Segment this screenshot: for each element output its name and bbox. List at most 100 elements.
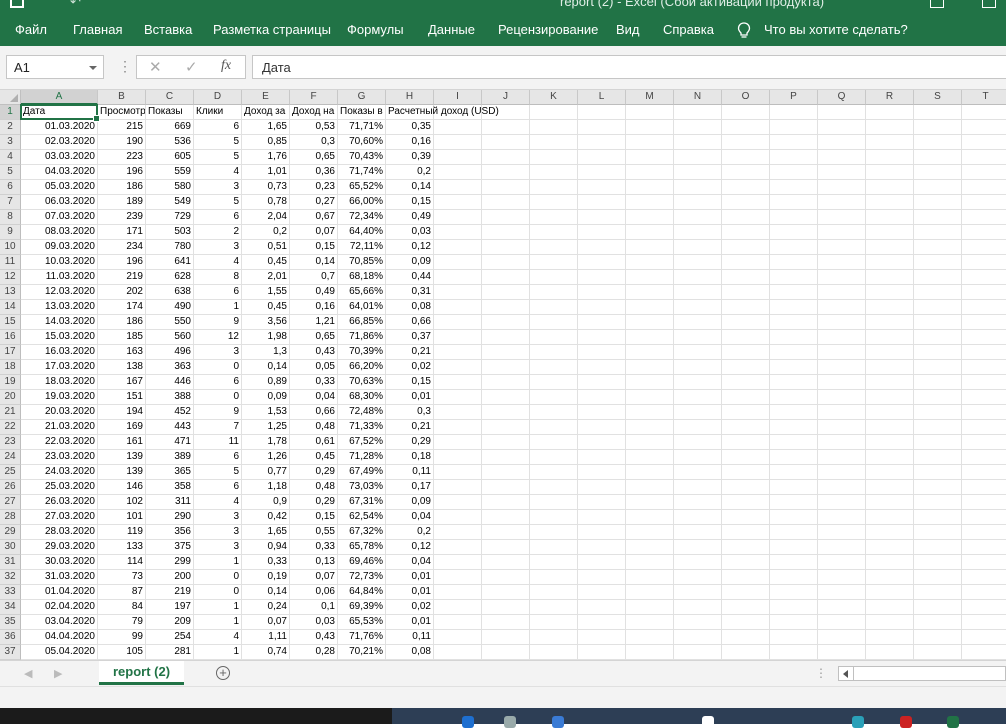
table-cell[interactable] bbox=[770, 225, 818, 240]
table-cell[interactable] bbox=[770, 435, 818, 450]
table-cell[interactable] bbox=[866, 240, 914, 255]
table-cell[interactable]: 65,78% bbox=[338, 540, 386, 555]
table-cell[interactable] bbox=[914, 240, 962, 255]
table-cell[interactable]: 71,74% bbox=[338, 165, 386, 180]
table-cell[interactable]: 0,73 bbox=[242, 180, 290, 195]
table-cell[interactable] bbox=[578, 375, 626, 390]
table-cell[interactable] bbox=[530, 555, 578, 570]
table-cell[interactable] bbox=[578, 300, 626, 315]
table-cell[interactable] bbox=[482, 465, 530, 480]
table-cell[interactable] bbox=[770, 405, 818, 420]
header-cell[interactable] bbox=[914, 105, 962, 120]
header-cell[interactable] bbox=[578, 105, 626, 120]
table-cell[interactable] bbox=[434, 525, 482, 540]
table-cell[interactable]: 0,45 bbox=[242, 255, 290, 270]
table-cell[interactable]: 27.03.2020 bbox=[21, 510, 98, 525]
table-cell[interactable]: 1,18 bbox=[242, 480, 290, 495]
table-cell[interactable] bbox=[674, 270, 722, 285]
table-cell[interactable] bbox=[866, 150, 914, 165]
table-cell[interactable]: 0,12 bbox=[386, 240, 434, 255]
table-cell[interactable]: 1,65 bbox=[242, 525, 290, 540]
table-cell[interactable]: 0,74 bbox=[242, 645, 290, 660]
table-cell[interactable]: 2,04 bbox=[242, 210, 290, 225]
table-cell[interactable] bbox=[530, 210, 578, 225]
column-header-e[interactable]: E bbox=[242, 90, 290, 105]
table-cell[interactable] bbox=[866, 390, 914, 405]
name-box[interactable]: A1 bbox=[6, 55, 104, 79]
table-cell[interactable]: 0,7 bbox=[290, 270, 338, 285]
table-cell[interactable] bbox=[722, 180, 770, 195]
table-cell[interactable]: 219 bbox=[98, 270, 146, 285]
table-cell[interactable] bbox=[626, 270, 674, 285]
table-cell[interactable]: 119 bbox=[98, 525, 146, 540]
table-cell[interactable] bbox=[914, 285, 962, 300]
row-header[interactable]: 27 bbox=[0, 495, 21, 510]
table-cell[interactable]: 0,66 bbox=[386, 315, 434, 330]
table-cell[interactable]: 1,98 bbox=[242, 330, 290, 345]
table-cell[interactable] bbox=[482, 285, 530, 300]
tab-insert[interactable]: Вставка bbox=[144, 22, 192, 37]
table-cell[interactable] bbox=[674, 165, 722, 180]
table-cell[interactable] bbox=[578, 345, 626, 360]
table-cell[interactable] bbox=[482, 315, 530, 330]
table-cell[interactable] bbox=[818, 405, 866, 420]
table-cell[interactable] bbox=[866, 210, 914, 225]
table-cell[interactable] bbox=[434, 225, 482, 240]
column-header-q[interactable]: Q bbox=[818, 90, 866, 105]
table-cell[interactable]: 6 bbox=[194, 210, 242, 225]
table-cell[interactable]: 72,34% bbox=[338, 210, 386, 225]
table-cell[interactable]: 70,21% bbox=[338, 645, 386, 660]
column-header-b[interactable]: B bbox=[98, 90, 146, 105]
table-cell[interactable] bbox=[818, 165, 866, 180]
table-cell[interactable] bbox=[482, 480, 530, 495]
column-header-l[interactable]: L bbox=[578, 90, 626, 105]
table-cell[interactable] bbox=[914, 270, 962, 285]
table-cell[interactable]: 0,33 bbox=[290, 540, 338, 555]
table-cell[interactable] bbox=[674, 450, 722, 465]
table-cell[interactable] bbox=[626, 405, 674, 420]
table-cell[interactable] bbox=[482, 420, 530, 435]
table-cell[interactable]: 23.03.2020 bbox=[21, 450, 98, 465]
table-cell[interactable] bbox=[578, 570, 626, 585]
table-cell[interactable] bbox=[578, 450, 626, 465]
table-cell[interactable] bbox=[530, 195, 578, 210]
table-cell[interactable] bbox=[578, 225, 626, 240]
table-cell[interactable] bbox=[914, 420, 962, 435]
table-cell[interactable] bbox=[962, 150, 1006, 165]
table-cell[interactable]: 0,77 bbox=[242, 465, 290, 480]
table-cell[interactable] bbox=[530, 375, 578, 390]
table-cell[interactable] bbox=[962, 375, 1006, 390]
table-cell[interactable]: 9 bbox=[194, 405, 242, 420]
row-header[interactable]: 35 bbox=[0, 615, 21, 630]
table-cell[interactable] bbox=[962, 510, 1006, 525]
table-cell[interactable] bbox=[674, 135, 722, 150]
row-header[interactable]: 32 bbox=[0, 570, 21, 585]
table-cell[interactable]: 356 bbox=[146, 525, 194, 540]
table-cell[interactable] bbox=[914, 210, 962, 225]
table-cell[interactable] bbox=[818, 540, 866, 555]
table-cell[interactable]: 169 bbox=[98, 420, 146, 435]
table-cell[interactable] bbox=[818, 225, 866, 240]
table-cell[interactable] bbox=[530, 405, 578, 420]
table-cell[interactable]: 0,65 bbox=[290, 150, 338, 165]
table-cell[interactable]: 71,71% bbox=[338, 120, 386, 135]
table-cell[interactable] bbox=[434, 630, 482, 645]
table-cell[interactable]: 189 bbox=[98, 195, 146, 210]
table-cell[interactable] bbox=[482, 495, 530, 510]
table-cell[interactable]: 0,42 bbox=[242, 510, 290, 525]
header-cell[interactable] bbox=[674, 105, 722, 120]
table-cell[interactable] bbox=[530, 135, 578, 150]
table-cell[interactable] bbox=[818, 135, 866, 150]
table-cell[interactable] bbox=[434, 495, 482, 510]
table-cell[interactable] bbox=[626, 510, 674, 525]
column-header-a[interactable]: A bbox=[21, 90, 98, 105]
table-cell[interactable] bbox=[818, 375, 866, 390]
table-cell[interactable]: 0,14 bbox=[386, 180, 434, 195]
table-cell[interactable]: 72,11% bbox=[338, 240, 386, 255]
table-cell[interactable] bbox=[866, 120, 914, 135]
tab-view[interactable]: Вид bbox=[616, 22, 640, 37]
table-cell[interactable] bbox=[770, 390, 818, 405]
table-cell[interactable] bbox=[914, 120, 962, 135]
table-cell[interactable] bbox=[866, 570, 914, 585]
table-cell[interactable] bbox=[578, 390, 626, 405]
